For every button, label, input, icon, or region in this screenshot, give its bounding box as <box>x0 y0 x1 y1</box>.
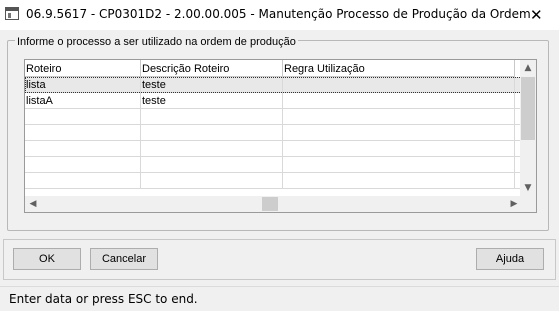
empty-cell <box>25 173 141 189</box>
empty-cell <box>283 173 515 189</box>
scroll-corner <box>520 196 536 212</box>
scroll-up-icon[interactable]: ▲ <box>520 60 536 76</box>
table-row[interactable]: lista teste <box>25 77 522 93</box>
close-icon: ✕ <box>530 6 543 24</box>
cell-descricao[interactable]: teste <box>141 77 283 93</box>
cell-roteiro[interactable]: listaA <box>25 93 141 109</box>
vertical-scrollbar[interactable]: ▲ ▼ <box>520 60 536 196</box>
window-title: 06.9.5617 - CP0301D2 - 2.00.00.005 - Man… <box>26 7 531 21</box>
empty-row <box>25 141 522 157</box>
cancel-button[interactable]: Cancelar <box>90 248 158 270</box>
column-header-regra[interactable]: Regra Utilização <box>283 60 515 77</box>
ok-button[interactable]: OK <box>13 248 81 270</box>
status-bar: Enter data or press ESC to end. <box>0 286 559 311</box>
title-bar: 06.9.5617 - CP0301D2 - 2.00.00.005 - Man… <box>0 0 559 30</box>
empty-cell <box>141 125 283 141</box>
group-label: Informe o processo a ser utilizado na or… <box>15 36 298 48</box>
empty-row <box>25 125 522 141</box>
cell-descricao[interactable]: teste <box>141 93 283 109</box>
empty-cell <box>141 109 283 125</box>
scroll-left-icon[interactable]: ◀ <box>25 196 41 212</box>
vertical-scroll-thumb[interactable] <box>521 77 535 140</box>
empty-row <box>25 157 522 173</box>
empty-row <box>25 109 522 125</box>
process-group: Informe o processo a ser utilizado na or… <box>7 36 549 231</box>
empty-cell <box>141 173 283 189</box>
cell-regra[interactable] <box>283 77 515 93</box>
help-button[interactable]: Ajuda <box>476 248 544 270</box>
grid-header: Roteiro Descrição Roteiro Regra Utilizaç… <box>25 60 522 77</box>
button-panel: OK Cancelar Ajuda <box>3 239 556 280</box>
empty-cell <box>141 141 283 157</box>
empty-cell <box>25 109 141 125</box>
column-header-roteiro[interactable]: Roteiro <box>25 60 141 77</box>
cell-roteiro[interactable]: lista <box>25 77 141 93</box>
empty-cell <box>25 141 141 157</box>
cell-regra[interactable] <box>283 93 515 109</box>
empty-cell <box>283 157 515 173</box>
horizontal-scrollbar[interactable]: ◀ ▶ <box>25 196 522 212</box>
status-text: Enter data or press ESC to end. <box>9 292 198 306</box>
empty-cell <box>283 141 515 157</box>
empty-cell <box>283 125 515 141</box>
app-window-icon <box>5 7 19 20</box>
column-header-descricao[interactable]: Descrição Roteiro <box>141 60 283 77</box>
empty-cell <box>25 157 141 173</box>
empty-row <box>25 173 522 189</box>
empty-cell <box>25 125 141 141</box>
table-row[interactable]: listaA teste <box>25 93 522 109</box>
process-grid[interactable]: Roteiro Descrição Roteiro Regra Utilizaç… <box>24 59 537 213</box>
close-button[interactable]: ✕ <box>513 0 559 30</box>
horizontal-scroll-thumb[interactable] <box>262 197 278 211</box>
empty-cell <box>141 157 283 173</box>
empty-cell <box>283 109 515 125</box>
scroll-down-icon[interactable]: ▼ <box>520 180 536 196</box>
